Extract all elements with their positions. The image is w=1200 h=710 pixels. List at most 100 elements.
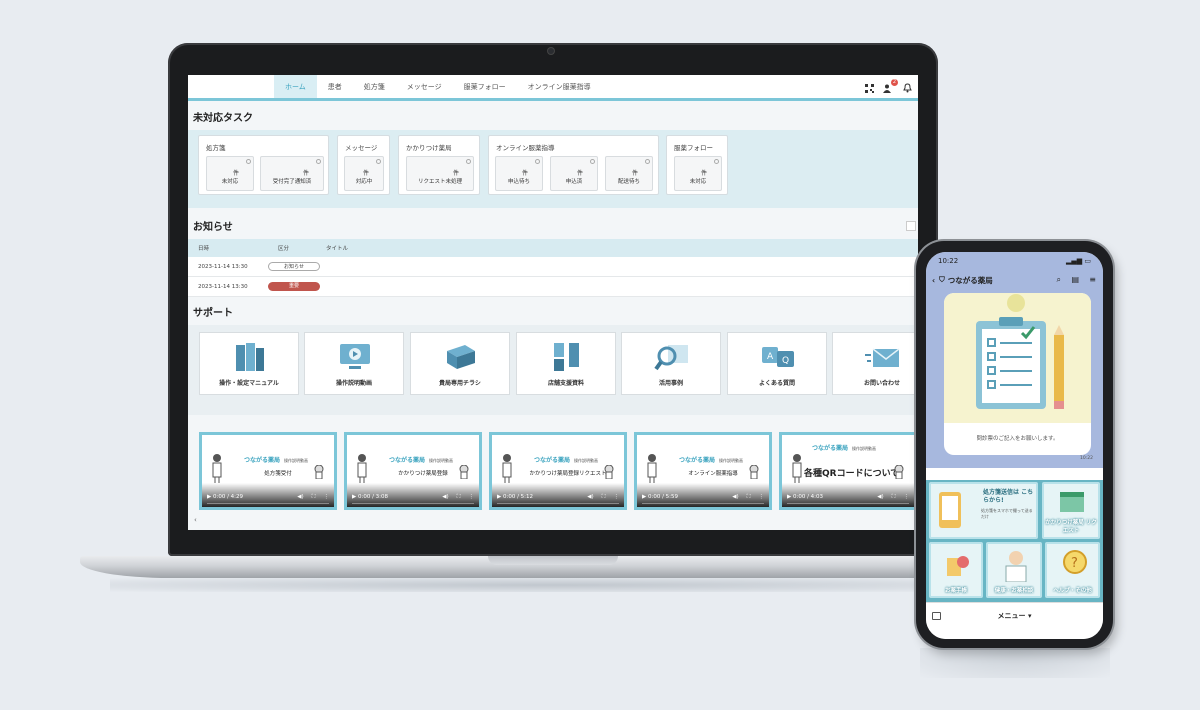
menu-kakaritsuke-request[interactable]: かかりつけ薬局 リクエスト — [1042, 482, 1100, 539]
video-player[interactable]: つながる薬局 操作説明動画 かかりつけ薬局登録リクエスト ▶ 0:00 / 5:1… — [489, 432, 627, 510]
news-row[interactable]: 2023-11-14 13:30 重要 — [188, 277, 918, 297]
support-case-studies[interactable]: 活用事例 — [621, 332, 721, 395]
task-tile-label: 未対応 — [221, 179, 239, 185]
menu-medication-notebook[interactable]: お薬手帳 — [929, 542, 983, 598]
support-video[interactable]: 操作説明動画 — [304, 332, 404, 395]
search-icon[interactable]: ⌕ — [1057, 275, 1061, 285]
message-time: 10:22 — [1080, 456, 1093, 461]
bell-icon[interactable] — [902, 83, 912, 93]
task-tile[interactable]: 件申込済 — [550, 156, 598, 191]
fullscreen-icon[interactable]: ⛶ — [892, 494, 896, 501]
support-label: 操作説明動画 — [335, 380, 372, 387]
clipboard-icon — [976, 294, 1064, 409]
menu-help[interactable]: ? ヘルプ・その他 — [1045, 542, 1100, 598]
menu-icon[interactable]: ≡ — [1089, 275, 1096, 284]
laptop-notch — [488, 556, 618, 565]
tile-label: 健康・お薬相談 — [994, 588, 1034, 594]
chat-message[interactable]: 問診票のご記入をお願いします。 — [944, 293, 1091, 455]
support-panel: 操作・設定マニュアル 操作説明動画 貴局専用チラシ 店舗支援資料 活用事例 AQ… — [188, 325, 918, 415]
play-icon[interactable]: ▶ — [207, 494, 211, 500]
video-progress-bar[interactable] — [352, 503, 474, 504]
line-chat-screen: 10:22 ▂▄▆ ▭ ‹ ⛉ つながる薬局 ⌕ ▤ ≡ 問診票のご記入をお願い… — [926, 252, 1103, 639]
fullscreen-icon[interactable]: ⛶ — [747, 494, 751, 501]
video-player[interactable]: つながる薬局 操作説明動画 オンライン服薬指導 ▶ 0:00 / 5:59 ◀) ⛶… — [634, 432, 772, 510]
chat-title: つながる薬局 — [947, 275, 993, 285]
user-add-icon[interactable]: 2 — [883, 79, 898, 93]
fullscreen-icon[interactable]: ⛶ — [457, 494, 461, 501]
support-faq[interactable]: AQ よくある質問 — [727, 332, 827, 395]
video-player[interactable]: つながる薬局 操作説明動画 処方箋受付 ▶ 0:00 / 4:29 ◀) ⛶ ⋮ — [199, 432, 337, 510]
menu-health-consult[interactable]: 健康・お薬相談 — [986, 542, 1042, 598]
scroll-left-icon[interactable]: ‹ — [194, 516, 197, 524]
task-tile[interactable]: 件申込待ち — [495, 156, 543, 191]
volume-icon[interactable]: ◀) — [877, 494, 883, 501]
notification-badge: 2 — [891, 79, 898, 86]
task-tile-label: 申込待ち — [507, 179, 530, 185]
play-icon[interactable]: ▶ — [497, 494, 501, 500]
tab-home[interactable]: ホーム — [274, 75, 317, 98]
video-player[interactable]: つながる薬局 操作説明動画 かかりつけ薬局登録 ▶ 0:00 / 3:08 ◀) ⛶… — [344, 432, 482, 510]
menu-send-prescription[interactable]: 処方箋送信は こちらから! 処方箋をスマホで撮って送るだけ — [929, 482, 1038, 539]
col-title: タイトル — [326, 246, 349, 252]
note-icon[interactable]: ▤ — [1071, 275, 1079, 284]
task-count: 件 — [631, 170, 638, 177]
more-icon[interactable]: ⋮ — [469, 494, 475, 501]
volume-icon[interactable]: ◀) — [442, 494, 448, 501]
message-text: 問診票のご記入をお願いします。 — [976, 436, 1059, 442]
fullscreen-icon[interactable]: ⛶ — [602, 494, 606, 501]
task-tile[interactable]: 件未対応 — [206, 156, 254, 191]
more-icon[interactable]: ⋮ — [614, 494, 620, 501]
news-row[interactable]: 2023-11-14 13:30 お知らせ — [188, 257, 918, 277]
tab-online-guidance[interactable]: オンライン服薬指導 — [517, 75, 602, 98]
back-icon[interactable]: ‹ — [932, 276, 935, 285]
volume-icon[interactable]: ◀) — [587, 494, 593, 501]
video-progress-bar[interactable] — [787, 503, 909, 504]
fullscreen-icon[interactable]: ⛶ — [312, 494, 316, 501]
play-icon[interactable]: ▶ — [787, 494, 791, 500]
tile-label: かかりつけ薬局 リクエスト — [1045, 520, 1097, 534]
tab-medication-follow[interactable]: 服薬フォロー — [453, 75, 517, 98]
play-icon[interactable]: ▶ — [642, 494, 646, 500]
rich-menu: 処方箋送信は こちらから! 処方箋をスマホで撮って送るだけ かかりつけ薬局 リク… — [926, 480, 1103, 602]
tab-patients[interactable]: 患者 — [317, 75, 353, 98]
task-count: 件 — [576, 170, 583, 177]
tab-prescriptions[interactable]: 処方箋 — [353, 75, 396, 98]
task-tile[interactable]: 件対応中 — [344, 156, 384, 191]
support-store-docs[interactable]: 店舗支援資料 — [516, 332, 616, 395]
support-flyer[interactable]: 貴局専用チラシ — [410, 332, 510, 395]
video-progress-bar[interactable] — [207, 503, 329, 504]
category-badge: 重要 — [268, 282, 320, 291]
flyer-stack-icon — [447, 345, 475, 369]
video-title: オンライン服薬指導 — [688, 471, 738, 477]
task-tile[interactable]: 件リクエスト未処理 — [406, 156, 474, 191]
chat-header: ‹ ⛉ つながる薬局 ⌕ ▤ ≡ — [926, 270, 1103, 290]
support-label: よくある質問 — [758, 380, 795, 387]
tab-messages[interactable]: メッセージ — [396, 75, 453, 98]
support-contact[interactable]: お問い合わせ — [832, 332, 918, 395]
volume-icon[interactable]: ◀) — [732, 494, 738, 501]
task-tile[interactable]: 件配送待ち — [605, 156, 653, 191]
menu-toggle[interactable]: メニュー ▾ — [926, 611, 1103, 621]
task-count: 件 — [452, 170, 459, 177]
phone-status-bar: 10:22 ▂▄▆ ▭ — [926, 252, 1103, 270]
more-icon[interactable]: ⋮ — [904, 494, 910, 501]
more-icon[interactable]: ⋮ — [324, 494, 330, 501]
pharmacy-dashboard: ホーム 患者 処方箋 メッセージ 服薬フォロー オンライン服薬指導 2 未対応タ… — [188, 75, 918, 530]
task-tile-label: 配送待ち — [617, 179, 640, 185]
play-icon[interactable]: ▶ — [352, 494, 356, 500]
task-tile[interactable]: 件未対応 — [674, 156, 722, 191]
more-icon[interactable]: ⋮ — [759, 494, 765, 501]
video-progress-bar[interactable] — [497, 503, 619, 504]
phone-prescription-icon — [939, 492, 961, 528]
task-tile[interactable]: 件受付完了通知済 — [260, 156, 324, 191]
volume-icon[interactable]: ◀) — [297, 494, 303, 501]
scroll-button[interactable] — [906, 221, 916, 231]
qr-code-icon[interactable] — [864, 83, 874, 93]
svg-text:Q: Q — [782, 356, 789, 366]
video-progress-bar[interactable] — [642, 503, 764, 504]
video-player[interactable]: つながる薬局 操作説明動画 各種QRコードについて ▶ 0:00 / 4:03 ◀… — [779, 432, 917, 510]
support-manual[interactable]: 操作・設定マニュアル — [199, 332, 299, 395]
help-magnifier-icon: ? — [1063, 550, 1087, 574]
video-brand: つながる薬局 操作説明動画 — [679, 457, 744, 464]
magnifier-icon — [654, 345, 688, 371]
